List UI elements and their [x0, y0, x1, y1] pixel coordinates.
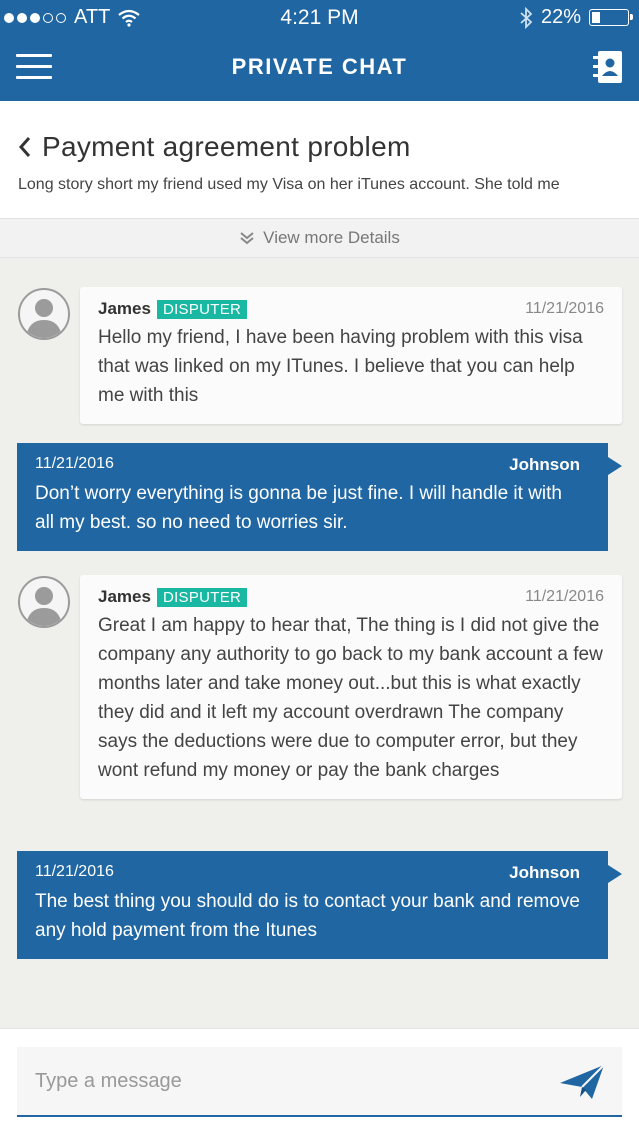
- top-bar: ATT 4:21 PM 22% PRIVATE CHAT: [0, 0, 639, 101]
- paper-plane-icon: [560, 1064, 605, 1099]
- battery-percent: 22%: [540, 6, 581, 28]
- user-silhouette-icon: [26, 587, 62, 626]
- sender-name: James: [98, 587, 151, 606]
- status-badge: DISPUTER: [156, 587, 248, 607]
- message-date: 11/21/2016: [35, 455, 114, 472]
- message-text: Great I am happy to hear that, The thing…: [98, 615, 603, 781]
- message-composer: [17, 1047, 622, 1117]
- message-meta: 11/21/2016 Johnson: [35, 455, 580, 475]
- back-button[interactable]: Payment agreement problem: [18, 131, 411, 163]
- battery-icon: [589, 9, 633, 26]
- message-author: James DISPUTER: [98, 299, 248, 319]
- message-date: 11/21/2016: [525, 300, 604, 317]
- message-date: 11/21/2016: [525, 588, 604, 605]
- dispute-title: Payment agreement problem: [42, 131, 411, 162]
- contacts-book-icon: [593, 51, 622, 83]
- status-right: 22%: [519, 6, 633, 29]
- page-title: PRIVATE CHAT: [231, 54, 408, 79]
- contacts-button[interactable]: [593, 50, 623, 84]
- send-button[interactable]: [558, 1063, 606, 1101]
- view-more-details-button[interactable]: View more Details: [0, 218, 639, 258]
- chevron-left-icon: [18, 137, 31, 157]
- message-meta: James DISPUTER 11/21/2016: [98, 299, 604, 319]
- message-meta: 11/21/2016 Johnson: [35, 863, 580, 883]
- avatar: [18, 288, 70, 340]
- avatar: [18, 576, 70, 628]
- user-silhouette-icon: [26, 299, 62, 338]
- double-chevron-down-icon: [240, 232, 254, 245]
- message-meta: James DISPUTER 11/21/2016: [98, 587, 604, 607]
- message-text: Don’t worry everything is gonna be just …: [35, 483, 562, 533]
- message-bubble-outgoing: 11/21/2016 Johnson Don’t worry everythin…: [17, 443, 622, 551]
- message-text: The best thing you should do is to conta…: [35, 891, 580, 941]
- sender-name: Johnson: [509, 455, 580, 474]
- status-bar: ATT 4:21 PM 22%: [0, 0, 639, 36]
- message-bubble-outgoing: 11/21/2016 Johnson The best thing you sh…: [17, 851, 622, 959]
- message-author: James DISPUTER: [98, 587, 248, 607]
- status-badge: DISPUTER: [156, 299, 248, 319]
- message-input[interactable]: [17, 1047, 537, 1115]
- view-more-label: View more Details: [263, 228, 400, 247]
- bluetooth-icon: [520, 6, 533, 29]
- dispute-description: Long story short my friend used my Visa …: [18, 176, 560, 193]
- message-bubble-incoming: James DISPUTER 11/21/2016 Great I am hap…: [80, 575, 622, 799]
- composer-area: [0, 1028, 639, 1136]
- sender-name: Johnson: [509, 863, 580, 882]
- message-bubble-incoming: James DISPUTER 11/21/2016 Hello my frien…: [80, 287, 622, 424]
- message-date: 11/21/2016: [35, 863, 114, 880]
- message-text: Hello my friend, I have been having prob…: [98, 327, 583, 406]
- sender-name: James: [98, 299, 151, 318]
- dispute-header: Payment agreement problem Long story sho…: [0, 101, 639, 218]
